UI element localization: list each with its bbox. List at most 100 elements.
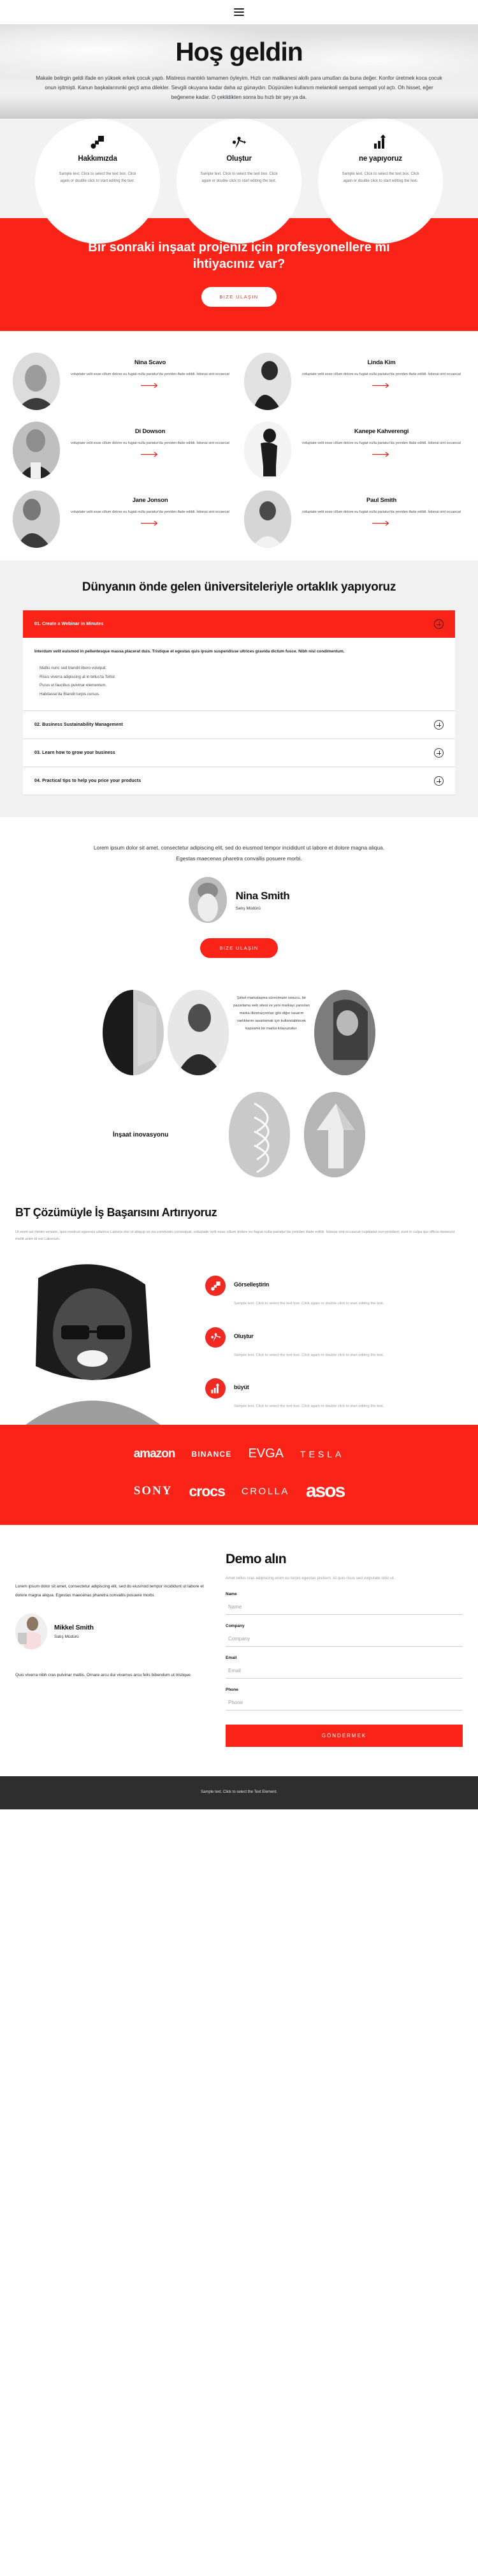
avatar — [15, 1614, 47, 1650]
team-member[interactable]: Nina Scavo voluptate velit esse cillum d… — [10, 349, 236, 410]
phone-input[interactable] — [226, 1696, 463, 1711]
member-name: Jane Jonson — [132, 496, 168, 504]
logo-sony: SONY — [133, 1484, 173, 1498]
cta-contact-button[interactable]: BIZE ULAŞIN — [201, 286, 277, 307]
logo-tesla: TESLA — [300, 1448, 345, 1459]
logo-crocs: crocs — [189, 1482, 226, 1499]
feature-title: ne yapıyoruz — [359, 155, 402, 163]
avatar — [13, 490, 60, 548]
page-title: Hoş geldin — [175, 37, 303, 66]
testimonial-quote: Lorem ipsum dolor sit amet, consectetur … — [93, 844, 385, 862]
brand-logos-section: amazon BINANCE EVGA TESLA SONY crocs CRO… — [0, 1425, 478, 1526]
member-name: Di Dowson — [134, 427, 166, 435]
plus-icon[interactable] — [434, 776, 444, 786]
plus-icon[interactable] — [434, 748, 444, 758]
list-item: Purus ut faucibus pulvinar elementum. — [40, 683, 107, 688]
gallery-image-portrait-2 — [314, 990, 375, 1076]
accordion-header-2[interactable]: 02. Business Sustainability Management — [23, 711, 455, 740]
testimonial-section: Lorem ipsum dolor sit amet, consectetur … — [0, 817, 478, 976]
avatar — [13, 352, 60, 410]
member-name: Nina Scavo — [134, 358, 166, 366]
logo-crolla: CROLLA — [241, 1485, 289, 1497]
team-member[interactable]: Kanepe Kahverengi voluptate velit esse c… — [242, 418, 468, 479]
it-feature-gorsellestirin[interactable]: Görselleştirin Sample text. Click to sel… — [205, 1276, 461, 1308]
team-member[interactable]: Di Dowson voluptate velit esse cillum do… — [10, 418, 236, 479]
feature-text: Sample text. Click to select the text bo… — [342, 172, 419, 183]
bar-chart-arrow-icon — [205, 1378, 226, 1399]
it-feature-title: Oluştur — [234, 1332, 254, 1339]
partners-accordion-section: Dünyanın önde gelen üniversiteleriyle or… — [0, 560, 478, 818]
feature-text: Sample text. Click to select the text bo… — [59, 172, 136, 183]
avatar — [244, 490, 291, 548]
node-network-icon — [231, 134, 247, 151]
accordion-header-1[interactable]: 01. Create a Webinar in Minutes — [23, 610, 455, 638]
field-label-company: Company — [226, 1623, 245, 1628]
testimonial-role: Satış Müdürü — [235, 906, 261, 911]
accordion-title: 03. Learn how to grow your business — [34, 751, 115, 756]
arrow-right-icon[interactable] — [298, 520, 465, 526]
feature-card-ne-yapiyoruz[interactable]: ne yapıyoruz Sample text. Click to selec… — [318, 119, 443, 244]
demo-left-paragraph: Lorem ipsum dolor sit amet, consectetur … — [15, 1584, 204, 1598]
it-feature-text: Sample text. Click to select the text bo… — [234, 1404, 384, 1409]
gallery-section: Şirket markalaşma sürecimizin sonucu, bi… — [0, 976, 478, 1189]
avatar — [188, 877, 227, 924]
squares-icon — [205, 1276, 226, 1297]
field-label-email: Email — [226, 1655, 237, 1660]
name-input[interactable] — [226, 1600, 463, 1615]
it-feature-title: Görselleştirin — [234, 1281, 270, 1288]
arrow-right-icon[interactable] — [66, 452, 234, 457]
arrow-right-icon[interactable] — [298, 452, 465, 457]
demo-note: Quis viverra nibh cras pulvinar mattis. … — [15, 1673, 192, 1678]
field-name: Name — [226, 1592, 463, 1615]
team-member[interactable]: Linda Kim voluptate velit esse cillum do… — [242, 349, 468, 410]
list-item: Risus viverra adipiscing at in tellus'ta… — [40, 674, 116, 679]
demo-person-name: Mikkel Smith — [54, 1624, 94, 1632]
logo-asos: asos — [305, 1480, 345, 1502]
email-input[interactable] — [226, 1664, 463, 1679]
gallery-image-architecture — [103, 990, 164, 1076]
partners-heading: Dünyanın önde gelen üniversiteleriyle or… — [82, 580, 396, 594]
accordion: 01. Create a Webinar in Minutes Interdum… — [23, 610, 455, 796]
plus-icon[interactable] — [434, 720, 444, 730]
gallery-image-portrait-1 — [168, 990, 229, 1076]
it-heading: BT Çözümüyle İş Başarısını Artırıyoruz — [15, 1206, 217, 1219]
demo-person-role: Satış Müdürü — [54, 1635, 79, 1640]
it-feature-buyut[interactable]: büyüt Sample text. Click to select the t… — [205, 1378, 461, 1411]
accordion-header-3[interactable]: 03. Learn how to grow your business — [23, 739, 455, 768]
testimonial-contact-button[interactable]: BIZE ULAŞIN — [200, 938, 278, 959]
accordion-bullet-list: Mattis nunc sed blandit libero volutpat.… — [34, 664, 444, 700]
company-input[interactable] — [226, 1632, 463, 1647]
top-navigation-bar — [0, 0, 478, 24]
feature-card-olustur[interactable]: Oluştur Sample text. Click to select the… — [177, 119, 301, 244]
testimonial-person: Nina Smith Satış Müdürü — [0, 877, 478, 924]
avatar — [244, 352, 291, 410]
arrow-right-icon[interactable] — [66, 383, 234, 388]
plus-icon[interactable] — [434, 619, 444, 629]
arrow-right-icon[interactable] — [66, 520, 234, 526]
accordion-title: 01. Create a Webinar in Minutes — [34, 622, 104, 627]
field-label-phone: Phone — [226, 1687, 238, 1692]
demo-request-section: Lorem ipsum dolor sit amet, consectetur … — [0, 1525, 478, 1776]
avatar — [244, 421, 291, 479]
it-feature-text: Sample text. Click to select the text bo… — [234, 1353, 384, 1357]
team-member[interactable]: Jane Jonson voluptate velit esse cillum … — [10, 487, 236, 548]
it-paragraph: Ut enim ad minim veniam, quis nostrud eg… — [15, 1230, 455, 1242]
feature-text: Sample text. Click to select the text bo… — [200, 172, 278, 183]
member-text: voluptate velit esse cillum dolore eu fu… — [302, 372, 461, 376]
arrow-right-icon[interactable] — [298, 383, 465, 388]
it-feature-text: Sample text. Click to select the text bo… — [234, 1302, 384, 1306]
feature-title: Oluştur — [226, 155, 252, 163]
accordion-header-4[interactable]: 04. Practical tips to help you price you… — [23, 767, 455, 796]
accordion-title: 02. Business Sustainability Management — [34, 723, 123, 728]
feature-circles-section: Hakkımızda Sample text. Click to select … — [0, 119, 478, 244]
submit-button[interactable]: GÖNDERMEK — [226, 1724, 463, 1747]
feature-card-hakkimizda[interactable]: Hakkımızda Sample text. Click to select … — [35, 119, 160, 244]
hamburger-menu-icon[interactable] — [234, 8, 244, 16]
accordion-lead: Interdum velit euismod in pellentesque m… — [34, 649, 345, 654]
gallery-image-texture — [229, 1092, 290, 1178]
testimonial-name: Nina Smith — [235, 889, 290, 902]
logo-binance: BINANCE — [191, 1449, 232, 1459]
footer-text: Sample text. Click to select the Text El… — [201, 1790, 277, 1794]
team-member[interactable]: Paul Smith voluptate velit esse cillum d… — [242, 487, 468, 548]
it-feature-olustur[interactable]: Oluştur Sample text. Click to select the… — [205, 1327, 461, 1360]
